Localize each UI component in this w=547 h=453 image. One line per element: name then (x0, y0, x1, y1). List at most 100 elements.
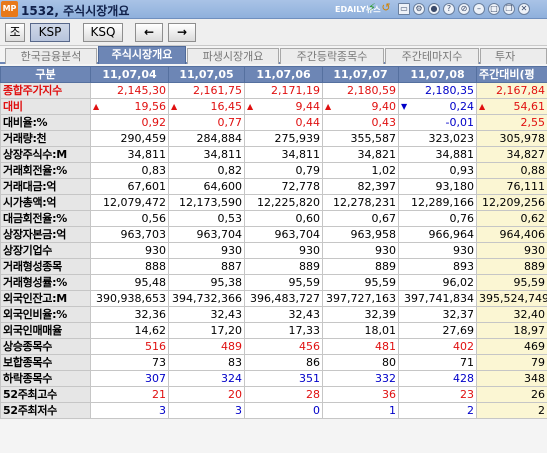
data-cell: 20 (168, 386, 245, 403)
pin-icon[interactable]: ⊘ (458, 3, 470, 15)
table-row[interactable]: 외국인매매율 14,62 17,20 17,33 18,01 27,69 18,97 (0, 322, 547, 339)
restore-icon[interactable]: ❐ (503, 3, 515, 15)
table-row[interactable]: 거래대금:억 67,601 64,600 72,778 82,397 93,180 76,1… (0, 178, 547, 195)
cell-value: 9,40 (371, 99, 397, 113)
cell-value: 54,61 (513, 99, 546, 113)
table-row[interactable]: 시가총액:억 12,079,472 12,173,590 12,225,820 12,2… (0, 194, 547, 211)
cell-value: 9,44 (295, 99, 321, 113)
weekly-cell: 95,59 (476, 274, 547, 291)
up-triangle-icon: ▲ (247, 101, 254, 111)
lightning-icon[interactable]: ⚡ (366, 2, 378, 15)
link-icon[interactable]: ↺ (380, 2, 392, 15)
cell-value: 397,741,834 (404, 291, 474, 305)
lock-icon[interactable]: ● (428, 3, 440, 15)
prev-arrow-button[interactable]: ← (135, 23, 163, 42)
table-row[interactable]: 하락종목수 307 324 351 332 428 348 (0, 370, 547, 387)
title-bar: MP 1532, 주식시장개요 EDAILY뉴스 ⚡ ↺ ▭ ⚙ ● ? ⊘ –… (0, 0, 547, 19)
cell-value: 3 (159, 403, 166, 417)
table-row[interactable]: 대금회전율:% 0,56 0,53 0,60 0,67 0,76 0,62 (0, 210, 547, 227)
data-cell: 307 (90, 370, 169, 387)
data-cell: 17,33 (244, 322, 323, 339)
tab-weekly-advance-decline[interactable]: 주간등락종목수 (280, 48, 384, 64)
data-cell: 481 (322, 338, 399, 355)
tab-weekly-theme-index[interactable]: 주간테마지수 (385, 48, 479, 64)
tab-bar: 한국금융분석 주식시장개요 파생시장개요 주간등락종목수 주간테마지수 투자 (0, 46, 547, 64)
row-label: 하락종목수 (0, 370, 91, 387)
data-cell: 930 (90, 242, 169, 259)
data-cell: 889 (322, 258, 399, 275)
header-date[interactable]: 11,07,07 (322, 66, 399, 83)
row-label: 대금회전율:% (0, 210, 91, 227)
ksq-button[interactable]: KSQ (83, 23, 123, 42)
table-row[interactable]: 52주최고수 21 20 28 36 23 26 (0, 386, 547, 403)
header-date[interactable]: 11,07,06 (244, 66, 323, 83)
header-date[interactable]: 11,07,05 (168, 66, 245, 83)
cell-value: 36 (382, 387, 396, 401)
header-row: 구분 11,07,04 11,07,05 11,07,06 11,07,07 1… (0, 66, 547, 83)
table-row[interactable]: 52주최저수 3 3 0 1 2 2 (0, 402, 547, 419)
cell-value: 305,978 (499, 131, 546, 145)
data-cell: 3 (168, 402, 245, 419)
tab-derivatives[interactable]: 파생시장개요 (187, 48, 279, 64)
cell-value: 79 (531, 355, 545, 369)
data-cell: 32,43 (168, 306, 245, 323)
cell-value: 34,811 (127, 147, 167, 161)
weekly-cell: 34,827 (476, 146, 547, 163)
table-row[interactable]: 종합주가지수 2,145,30 2,161,75 2,171,19 2,180,59 2,… (0, 82, 547, 99)
cell-value: 964,406 (499, 227, 546, 241)
data-cell: 12,289,166 (398, 194, 477, 211)
cell-value: 332 (375, 371, 396, 385)
data-cell: 489 (168, 338, 245, 355)
cell-value: 86 (306, 355, 320, 369)
tab-market-overview[interactable]: 주식시장개요 (98, 46, 186, 64)
header-date[interactable]: 11,07,08 (398, 66, 477, 83)
table-row[interactable]: 상장기업수 930 930 930 930 930 930 (0, 242, 547, 259)
weekly-cell: 2 (476, 402, 547, 419)
maximize-icon[interactable]: □ (488, 3, 500, 15)
data-cell: 0,43 (322, 114, 399, 131)
cell-value: 18,97 (513, 323, 546, 337)
table-row[interactable]: 외국인잔고:M 390,938,653 394,732,366 396,483,727… (0, 290, 547, 307)
weekly-cell: 76,111 (476, 178, 547, 195)
cell-value: 95,59 (513, 275, 546, 289)
cell-value: 963,958 (350, 227, 397, 241)
table-row[interactable]: 보합종목수 73 83 86 80 71 79 (0, 354, 547, 371)
data-cell: 2,171,19 (244, 82, 323, 99)
cell-value: 351 (299, 371, 320, 385)
cell-value: 32,39 (364, 307, 397, 321)
table-row[interactable]: 외국인비율:% 32,36 32,43 32,43 32,39 32,37 32,40 (0, 306, 547, 323)
cell-value: 0,77 (217, 115, 243, 129)
table-row[interactable]: 거래회전율:% 0,83 0,82 0,79 1,02 0,93 0,88 (0, 162, 547, 179)
tab-investor[interactable]: 투자 (480, 48, 547, 64)
weekly-cell: 0,62 (476, 210, 547, 227)
cell-value: 355,587 (350, 131, 397, 145)
table-row[interactable]: 거래량:천 290,459 284,884 275,939 355,587 323,023… (0, 130, 547, 147)
row-label: 종합주가지수 (0, 82, 91, 99)
row-label: 거래량:천 (0, 130, 91, 147)
cell-value: 19,56 (134, 99, 167, 113)
tab-korea-finance[interactable]: 한국금융분석 (5, 48, 97, 64)
cell-value: 930 (221, 243, 242, 257)
help-icon[interactable]: ? (443, 3, 455, 15)
ksp-button[interactable]: KSP (30, 23, 70, 42)
close-icon[interactable]: ✕ (518, 3, 530, 15)
table-row[interactable]: 거래형성종목 888 887 889 889 893 889 (0, 258, 547, 275)
lookup-button[interactable]: 조 (5, 23, 25, 42)
cell-value: 2,171,19 (271, 83, 320, 97)
settings-icon[interactable]: ⚙ (413, 3, 425, 15)
table-row[interactable]: 상장자본금:억 963,703 963,704 963,704 963,958 966,9… (0, 226, 547, 243)
row-label: 상승종목수 (0, 338, 91, 355)
header-date[interactable]: 11,07,04 (90, 66, 169, 83)
table-row[interactable]: 대비율:% 0,92 0,77 0,44 0,43 -0,01 2,55 (0, 114, 547, 131)
data-cell: 930 (398, 242, 477, 259)
table-row[interactable]: 거래형성률:% 95,48 95,38 95,59 95,59 96,02 95,59 (0, 274, 547, 291)
data-cell: 14,62 (90, 322, 169, 339)
window-list-icon[interactable]: ▭ (398, 3, 410, 15)
table-row[interactable]: 상승종목수 516 489 456 481 402 469 (0, 338, 547, 355)
next-arrow-button[interactable]: → (168, 23, 196, 42)
data-cell: 963,958 (322, 226, 399, 243)
minimize-icon[interactable]: – (473, 3, 485, 15)
table-row[interactable]: 상장주식수:M 34,811 34,811 34,811 34,821 34,881 34,… (0, 146, 547, 163)
table-row[interactable]: 대비 ▲ 19,56 ▲ 16,45 ▲ 9,44 ▲ 9,40 ▼ 0,24 ▲ 54,61 (0, 98, 547, 115)
cell-value: 1,02 (371, 163, 397, 177)
